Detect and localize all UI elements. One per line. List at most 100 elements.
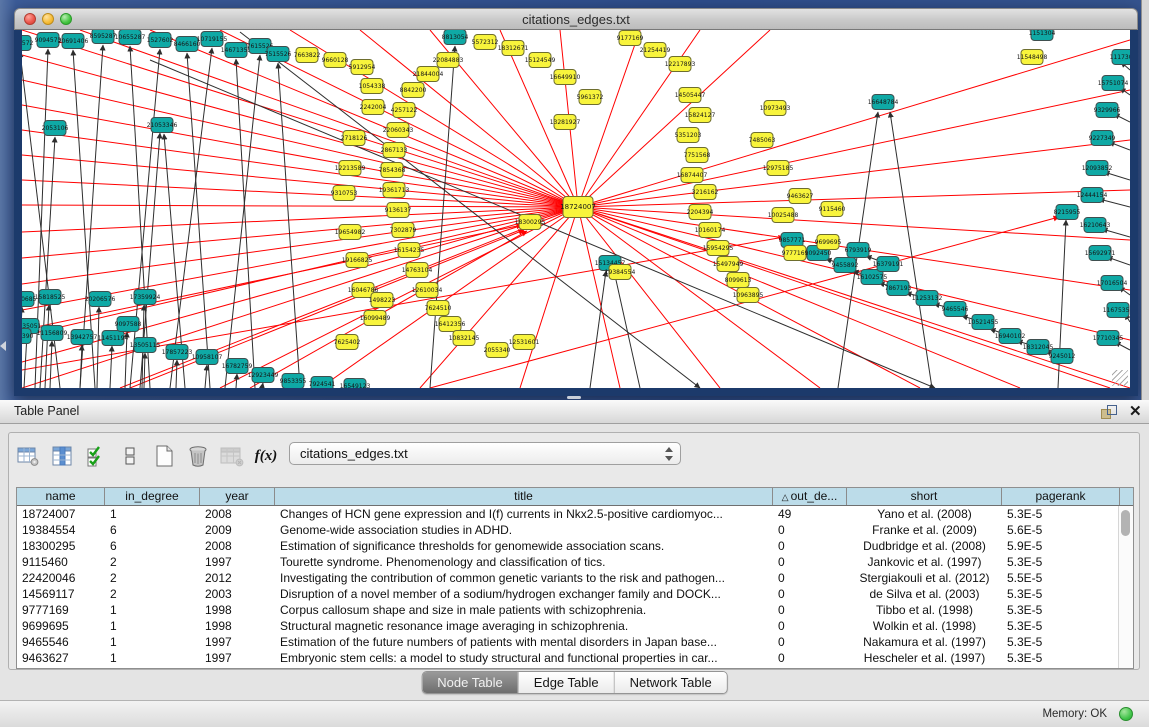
network-node[interactable] — [1021, 50, 1043, 65]
network-node[interactable] — [513, 335, 535, 350]
network-node[interactable] — [579, 90, 601, 105]
table-cell[interactable]: 1997 — [200, 650, 275, 666]
column-header-name[interactable]: name — [17, 488, 105, 505]
network-node[interactable] — [201, 32, 223, 47]
network-node[interactable] — [737, 288, 759, 303]
network-node[interactable] — [134, 290, 156, 305]
table-cell[interactable]: 5.3E-5 — [1002, 554, 1120, 570]
table-cell[interactable]: 1998 — [200, 602, 275, 618]
table-cell[interactable]: 2 — [105, 586, 200, 602]
table-cell[interactable]: 0 — [773, 586, 847, 602]
table-cell[interactable]: Estimation of significance thresholds fo… — [275, 538, 773, 554]
network-node[interactable] — [71, 330, 93, 345]
network-node[interactable] — [344, 379, 366, 389]
network-node[interactable] — [1102, 76, 1124, 91]
network-node[interactable] — [134, 338, 156, 353]
network-node[interactable] — [102, 331, 124, 346]
network-node[interactable] — [393, 103, 415, 118]
network-node[interactable] — [346, 253, 368, 268]
network-node[interactable] — [383, 143, 405, 158]
network-node[interactable] — [944, 302, 966, 317]
network-node[interactable] — [519, 215, 541, 230]
network-node[interactable] — [416, 283, 438, 298]
table-cell[interactable]: Tourette syndrome. Phenomenology and cla… — [275, 554, 773, 570]
network-node[interactable] — [1081, 188, 1103, 203]
network-node[interactable] — [267, 47, 289, 62]
network-node[interactable] — [694, 185, 716, 200]
table-row[interactable]: 1830029562008Estimation of significance … — [17, 538, 1133, 554]
network-node[interactable] — [196, 350, 218, 365]
network-node[interactable] — [92, 30, 114, 44]
table-scrollbar[interactable] — [1118, 506, 1133, 668]
table-selector-dropdown[interactable]: citations_edges.txt — [289, 442, 681, 465]
network-node[interactable] — [311, 377, 333, 389]
close-panel-icon[interactable]: ✕ — [1129, 402, 1142, 420]
table-cell[interactable]: 5.3E-5 — [1002, 618, 1120, 634]
table-cell[interactable]: 1998 — [200, 618, 275, 634]
table-cell[interactable]: Tibbo et al. (1998) — [847, 602, 1002, 618]
network-node[interactable] — [764, 101, 786, 116]
column-header-short[interactable]: short — [847, 488, 1002, 505]
table-cell[interactable]: Yano et al. (2008) — [847, 506, 1002, 522]
network-node[interactable] — [999, 329, 1021, 344]
table-cell[interactable]: 1997 — [200, 554, 275, 570]
table-cell[interactable]: de Silva et al. (2003) — [847, 586, 1002, 602]
table-cell[interactable]: Stergiakouli et al. (2012) — [847, 570, 1002, 586]
table-cell[interactable]: 5.9E-5 — [1002, 538, 1120, 554]
table-cell[interactable]: 5.3E-5 — [1002, 586, 1120, 602]
table-cell[interactable]: 2 — [105, 570, 200, 586]
network-node[interactable] — [406, 263, 428, 278]
network-node[interactable] — [22, 36, 31, 51]
network-node[interactable] — [727, 273, 749, 288]
network-node[interactable] — [402, 83, 424, 98]
network-node[interactable] — [427, 301, 449, 316]
table-cell[interactable]: 1 — [105, 634, 200, 650]
network-node[interactable] — [644, 43, 666, 58]
tab-node-table[interactable]: Node Table — [422, 672, 518, 693]
network-node[interactable] — [444, 30, 466, 45]
network-node[interactable] — [282, 374, 304, 389]
network-node[interactable] — [1056, 205, 1078, 220]
network-node[interactable] — [681, 168, 703, 183]
table-cell[interactable]: 1 — [105, 618, 200, 634]
table-cell[interactable]: Corpus callosum shape and size in male p… — [275, 602, 773, 618]
network-node[interactable] — [887, 281, 909, 296]
table-cell[interactable]: Investigating the contribution of common… — [275, 570, 773, 586]
network-node[interactable] — [324, 53, 346, 68]
table-cell[interactable]: 0 — [773, 570, 847, 586]
table-cell[interactable]: Genome-wide association studies in ADHD. — [275, 522, 773, 538]
network-node[interactable] — [22, 292, 34, 307]
table-row[interactable]: 911546021997Tourette syndrome. Phenomeno… — [17, 554, 1133, 570]
network-node[interactable] — [41, 326, 63, 341]
panel-divider-handle[interactable] — [567, 396, 581, 399]
network-node[interactable] — [502, 41, 524, 56]
network-node[interactable] — [619, 31, 641, 46]
table-cell[interactable]: 2012 — [200, 570, 275, 586]
table-cell[interactable]: 2008 — [200, 538, 275, 554]
network-node[interactable] — [364, 311, 386, 326]
canvas-resize-grip[interactable] — [1112, 370, 1128, 386]
table-cell[interactable]: Nakamura et al. (1997) — [847, 634, 1002, 650]
new-document-button[interactable] — [151, 443, 177, 469]
network-node[interactable] — [707, 241, 729, 256]
table-cell[interactable]: 5.3E-5 — [1002, 650, 1120, 666]
network-node[interactable] — [1086, 161, 1108, 176]
network-canvas[interactable]: 2405572909457320691406859528710655287152… — [22, 30, 1130, 388]
network-node[interactable] — [1084, 218, 1106, 233]
network-node[interactable] — [381, 163, 403, 178]
table-cell[interactable]: Dudbridge et al. (2008) — [847, 538, 1002, 554]
table-cell[interactable]: 5.3E-5 — [1002, 506, 1120, 522]
network-node[interactable] — [252, 368, 274, 383]
table-cell[interactable]: 9777169 — [17, 602, 105, 618]
table-cell[interactable]: 1 — [105, 602, 200, 618]
column-header-out_de[interactable]: △out_de... — [773, 488, 847, 505]
table-cell[interactable]: Hescheler et al. (1997) — [847, 650, 1002, 666]
table-cell[interactable]: 0 — [773, 650, 847, 666]
network-node[interactable] — [437, 53, 459, 68]
table-cell[interactable]: 2003 — [200, 586, 275, 602]
network-node[interactable] — [789, 189, 811, 204]
table-row[interactable]: 2242004622012Investigating the contribut… — [17, 570, 1133, 586]
network-node[interactable] — [717, 257, 739, 272]
network-node[interactable] — [686, 148, 708, 163]
network-node[interactable] — [387, 203, 409, 218]
